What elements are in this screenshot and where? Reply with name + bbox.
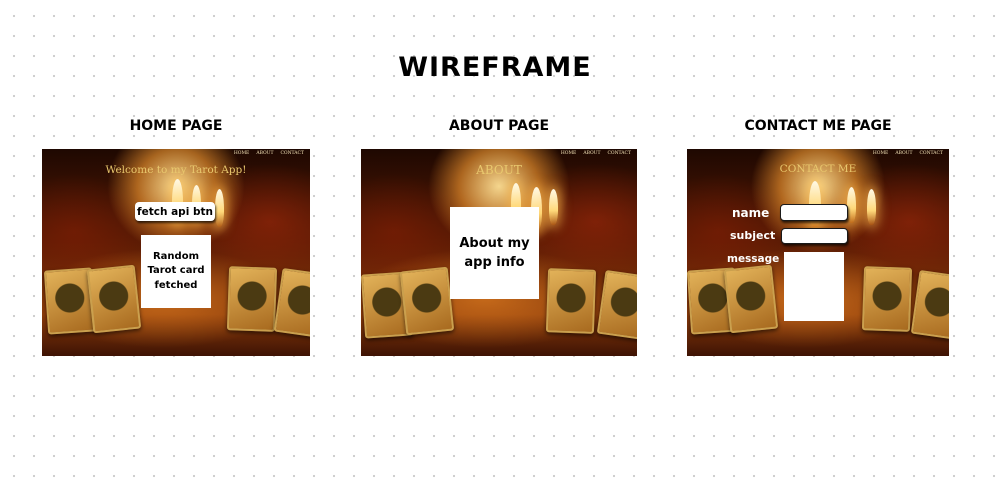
about-page-panel: HOME ABOUT CONTACT ABOUT About my app info [361,149,637,356]
home-page-panel: HOME ABOUT CONTACT Welcome to my Tarot App… [42,149,310,356]
tarot-card-image [86,264,142,334]
nav-about-link[interactable]: ABOUT [895,151,912,156]
home-heading: Welcome to my Tarot App! [105,164,247,176]
nav-home-link[interactable]: HOME [873,151,889,156]
tarot-card-image [226,266,278,332]
about-heading: ABOUT [476,163,522,177]
tarot-card-image [545,268,597,334]
home-nav: HOME ABOUT CONTACT [227,151,304,156]
home-page-label: HOME PAGE [129,118,223,134]
message-textarea[interactable] [784,252,844,321]
tarot-card-image [596,269,637,341]
fetch-api-button[interactable]: fetch api btn [135,202,215,221]
subject-input[interactable] [781,228,848,244]
about-info-box: About my app info [450,207,539,299]
contact-page-label: CONTACT ME PAGE [744,118,892,134]
nav-contact-link[interactable]: CONTACT [919,151,943,156]
nav-home-link[interactable]: HOME [234,151,250,156]
candle-flame [847,187,856,223]
message-label: message [727,253,780,265]
contact-nav: HOME ABOUT CONTACT [866,151,943,156]
subject-label: subject [730,229,776,242]
nav-contact-link[interactable]: CONTACT [607,151,631,156]
about-nav: HOME ABOUT CONTACT [554,151,631,156]
tarot-card-image [861,266,913,332]
nav-home-link[interactable]: HOME [561,151,577,156]
nav-contact-link[interactable]: CONTACT [280,151,304,156]
contact-heading: CONTACT ME [779,163,857,175]
random-tarot-card-box: Random Tarot card fetched [141,235,211,308]
name-input[interactable] [780,204,848,221]
tarot-card-image [910,269,949,341]
nav-about-link[interactable]: ABOUT [583,151,600,156]
tarot-card-image [723,264,779,334]
name-label: name [732,206,770,220]
tarot-card-image [399,266,455,336]
contact-page-panel: HOME ABOUT CONTACT CONTACT ME name subject… [687,149,949,356]
tarot-card-image [273,267,310,339]
wireframe-title: WIREFRAME [398,52,592,83]
about-page-label: ABOUT PAGE [448,118,550,134]
candle-flame [867,189,876,225]
nav-about-link[interactable]: ABOUT [256,151,273,156]
candle-flame [215,189,224,227]
candle-flame [549,189,558,225]
